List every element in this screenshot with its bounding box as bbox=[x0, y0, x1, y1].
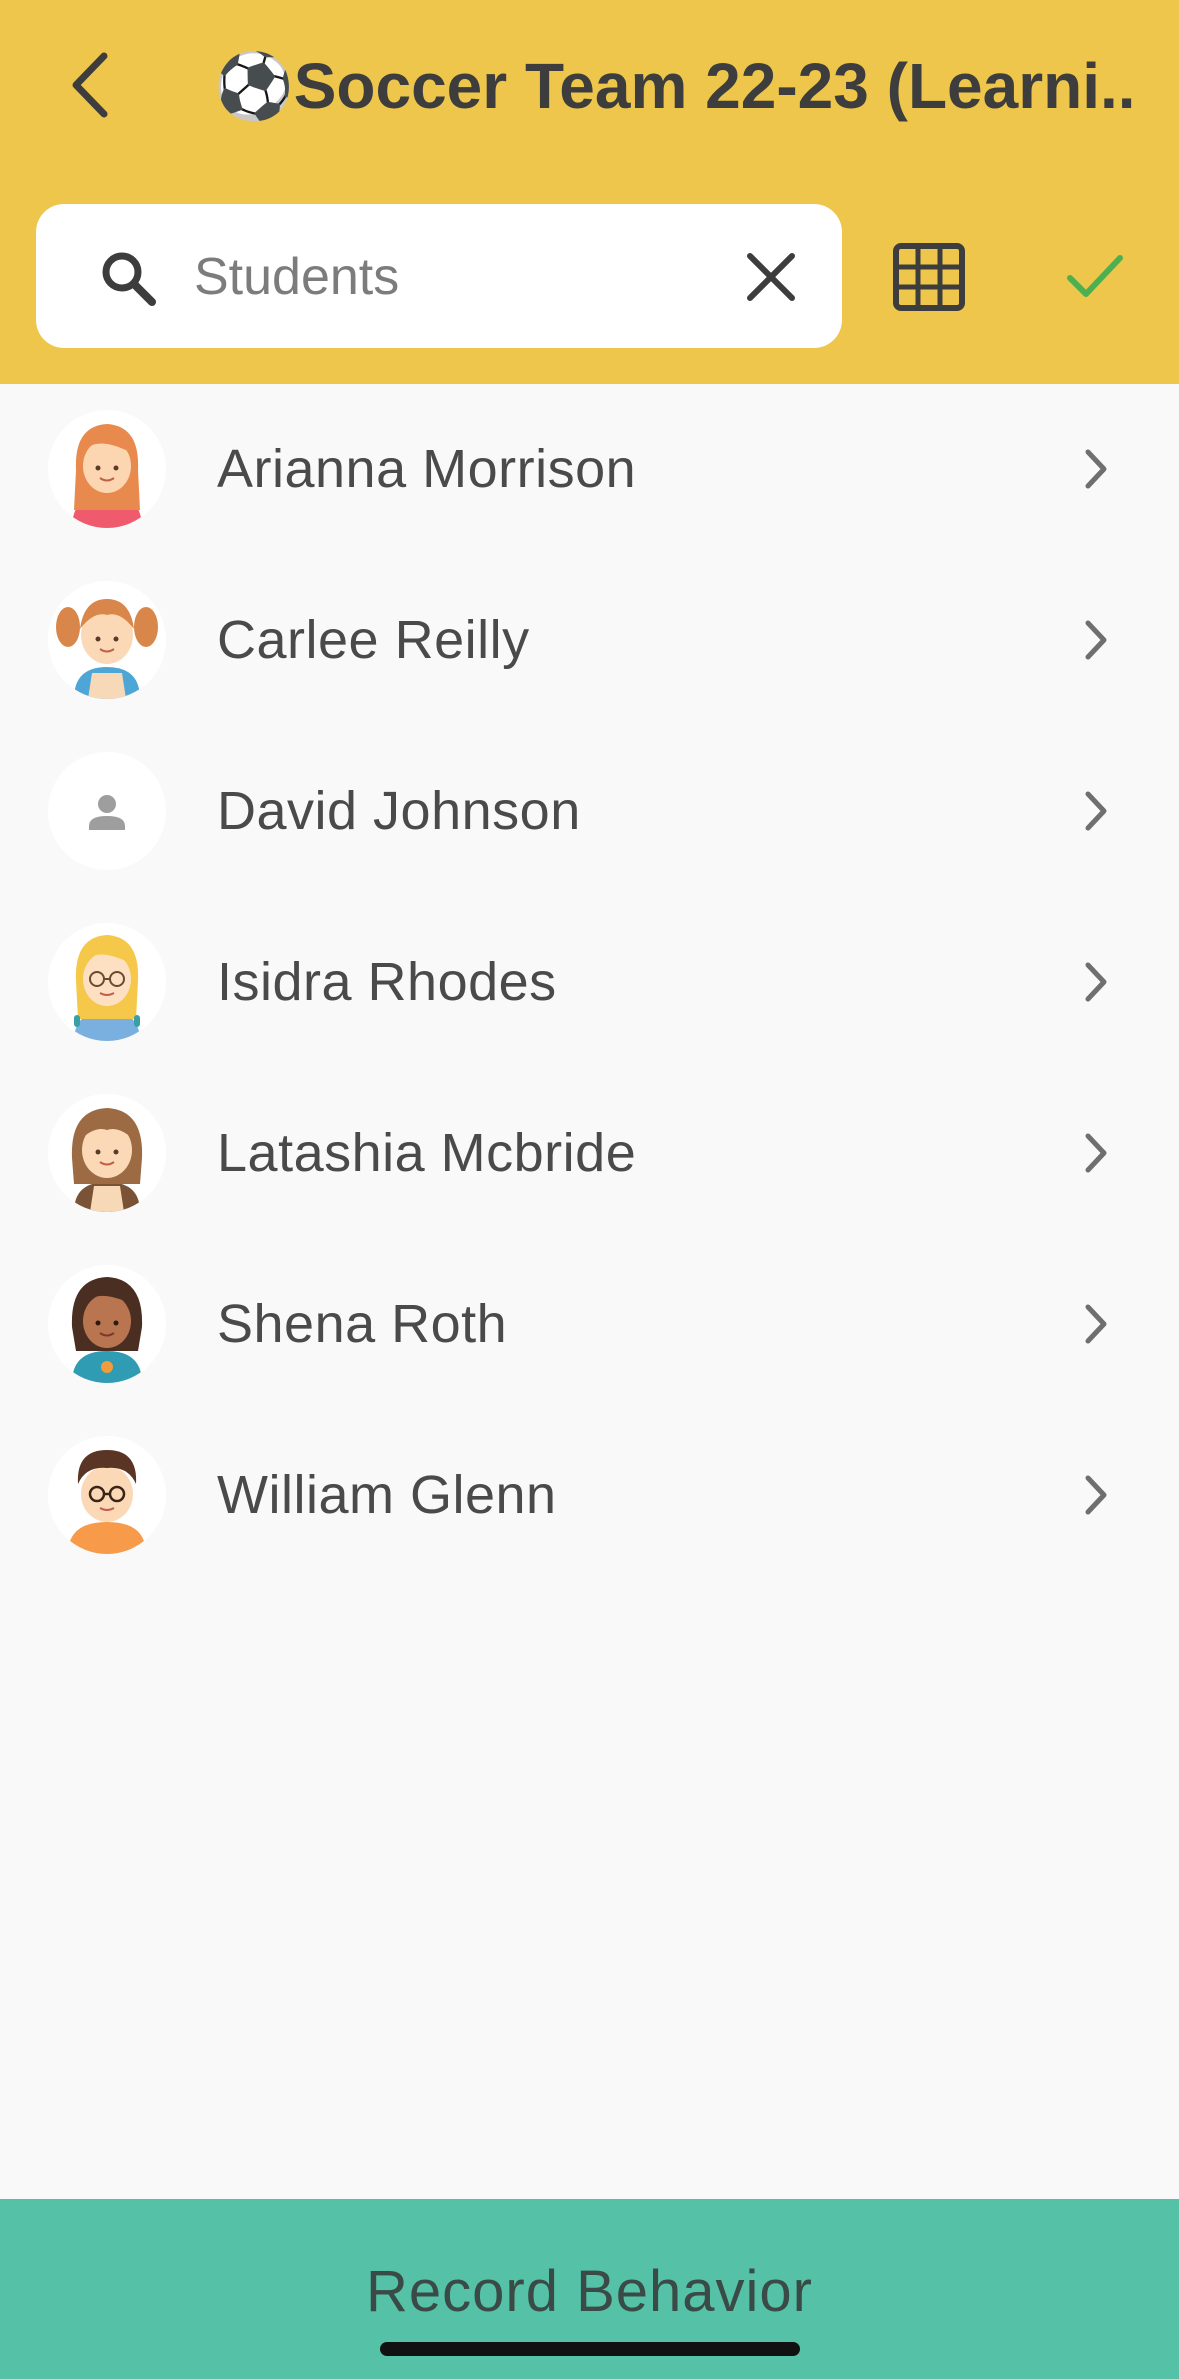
student-name: Latashia Mcbride bbox=[217, 1123, 637, 1183]
chevron-right-icon bbox=[1085, 620, 1107, 660]
student-name: Isidra Rhodes bbox=[217, 952, 557, 1012]
student-name: William Glenn bbox=[217, 1465, 557, 1525]
student-row[interactable]: Carlee Reilly bbox=[0, 555, 1179, 726]
student-name: Shena Roth bbox=[217, 1294, 508, 1354]
record-behavior-label: Record Behavior bbox=[366, 2259, 813, 2324]
chevron-right-icon bbox=[1085, 1133, 1107, 1173]
girl-dark-hair-avatar bbox=[48, 1265, 166, 1383]
girl-red-hair-avatar bbox=[48, 410, 166, 528]
default-person-avatar bbox=[48, 752, 166, 870]
grid-icon[interactable] bbox=[892, 242, 966, 312]
chevron-left-icon bbox=[72, 52, 108, 118]
girl-pigtails-avatar bbox=[48, 581, 166, 699]
girl-brown-hair-avatar bbox=[48, 1094, 166, 1212]
close-icon[interactable] bbox=[740, 246, 802, 308]
student-row[interactable]: Latashia Mcbride bbox=[0, 1068, 1179, 1239]
chevron-right-icon bbox=[1085, 1304, 1107, 1344]
student-name: David Johnson bbox=[217, 781, 581, 841]
chevron-right-icon bbox=[1085, 449, 1107, 489]
student-row[interactable]: William Glenn bbox=[0, 1410, 1179, 1581]
chevron-right-icon bbox=[1085, 791, 1107, 831]
student-row[interactable]: Arianna Morrison bbox=[0, 384, 1179, 555]
student-name: Arianna Morrison bbox=[217, 439, 637, 499]
boy-glasses-avatar bbox=[48, 1436, 166, 1554]
student-row[interactable]: Isidra Rhodes bbox=[0, 897, 1179, 1068]
student-list: Arianna Morrison Carlee Reilly David Joh… bbox=[0, 384, 1179, 1581]
chevron-right-icon bbox=[1085, 1475, 1107, 1515]
home-indicator[interactable] bbox=[380, 2342, 800, 2356]
search-icon bbox=[102, 252, 156, 306]
page-title: ⚽Soccer Team 22-23 (Learni... bbox=[214, 50, 1134, 122]
search-input[interactable] bbox=[192, 240, 756, 314]
chevron-right-icon bbox=[1085, 962, 1107, 1002]
header-bar: ⚽Soccer Team 22-23 (Learni... bbox=[0, 0, 1179, 384]
student-name: Carlee Reilly bbox=[217, 610, 530, 670]
student-row[interactable]: David Johnson bbox=[0, 726, 1179, 897]
girl-blonde-glasses-avatar bbox=[48, 923, 166, 1041]
student-row[interactable]: Shena Roth bbox=[0, 1239, 1179, 1410]
search-box[interactable] bbox=[36, 204, 842, 348]
back-button[interactable] bbox=[50, 40, 130, 130]
check-icon[interactable] bbox=[1064, 246, 1124, 306]
